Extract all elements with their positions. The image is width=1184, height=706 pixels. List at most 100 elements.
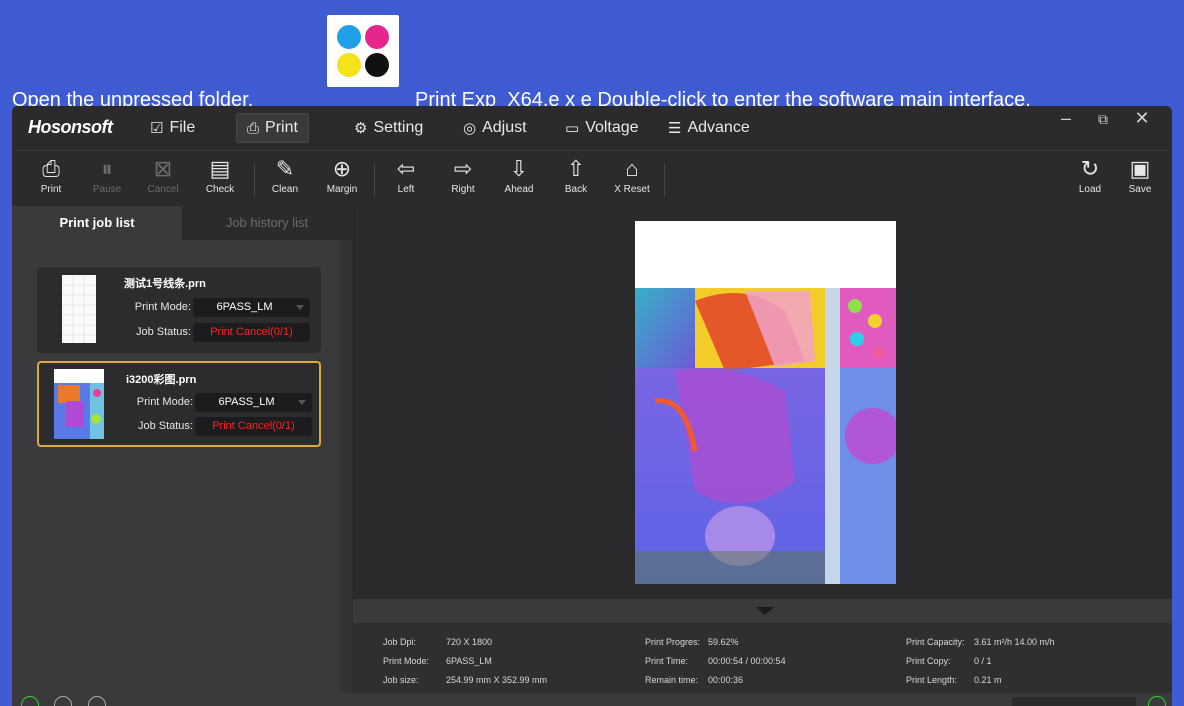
menu-advance-label: Advance [687, 119, 750, 136]
remain-time-label: Remain time: [645, 675, 699, 685]
job-list-panel: Print job list Job history list 测试1号线条.p… [12, 206, 352, 693]
menu-file[interactable]: ☑ File [140, 113, 205, 143]
refresh-icon: ↻ [1080, 156, 1100, 181]
clean-button[interactable]: ✎ Clean [263, 155, 307, 195]
print-mode-label: Print Mode: [136, 396, 193, 408]
job-info-panel: Job Dpi: 720 X 1800 Print Mode: 6PASS_LM J… [353, 623, 1172, 693]
clipboard-check-icon: ☑ [150, 120, 164, 137]
job-size-label: Job size: [383, 675, 419, 685]
menu-advance[interactable]: ☰ Advance [658, 113, 760, 143]
print-capacity-label: Print Capacity: [906, 637, 965, 647]
gear-icon: ⚙ [354, 120, 368, 137]
menu-voltage-label: Voltage [585, 119, 639, 136]
print-time-value: 00:00:54 / 00:00:54 [708, 656, 786, 666]
job-name: 测试1号线条.prn [124, 278, 206, 290]
menu-voltage[interactable]: ▭ Voltage [555, 113, 649, 143]
print-copy-value: 0 / 1 [974, 656, 992, 666]
print-mode-select[interactable]: 6PASS_LM [195, 393, 312, 412]
print-mode-label: Print Mode: [134, 301, 191, 313]
print-mode-value: 6PASS_LM [446, 656, 492, 666]
menu-adjust[interactable]: ◎ Adjust [453, 113, 537, 143]
document-check-icon: ▤ [209, 156, 231, 181]
job-item[interactable]: 测试1号线条.prn Print Mode: 6PASS_LM Job Stat… [37, 267, 321, 353]
status-icon[interactable] [88, 696, 106, 706]
menu-print-label: Print [265, 119, 298, 136]
status-field [1012, 697, 1136, 706]
print-length-value: 0.21 m [974, 675, 1002, 685]
preview-collapse-bar[interactable] [353, 599, 1172, 623]
job-dpi-label: Job Dpi: [383, 637, 417, 647]
tab-job-history-list[interactable]: Job history list [182, 206, 352, 240]
pause-button[interactable]: ⏸ Pause [85, 155, 129, 195]
print-progress-value: 59.62% [708, 637, 739, 647]
print-button[interactable]: ⎙ Print [29, 155, 73, 195]
preview-image [635, 288, 896, 584]
print-length-label: Print Length: [906, 675, 958, 685]
back-button[interactable]: ⇧ Back [554, 155, 598, 195]
tab-print-job-list[interactable]: Print job list [12, 206, 182, 240]
job-status-value: Print Cancel(0/1) [193, 323, 310, 342]
print-mode-select[interactable]: 6PASS_LM [193, 298, 310, 317]
right-button[interactable]: ⇨ Right [441, 155, 485, 195]
job-status-label: Job Status: [135, 326, 191, 338]
line-test-thumbnail [62, 275, 96, 343]
job-status-value: Print Cancel(0/1) [195, 417, 312, 436]
print-copy-label: Print Copy: [906, 656, 951, 666]
toolbar-separator [254, 163, 255, 197]
printer-icon: ⎙ [42, 156, 60, 181]
margin-button[interactable]: ⊕ Margin [320, 155, 364, 195]
target-icon: ◎ [463, 120, 477, 137]
job-thumbnail [62, 275, 96, 343]
left-button[interactable]: ⇦ Left [384, 155, 428, 195]
menu-setting[interactable]: ⚙ Setting [344, 113, 433, 143]
print-preview-area [353, 206, 1172, 599]
arrow-down-icon: ⇩ [509, 156, 529, 181]
print-time-label: Print Time: [645, 656, 689, 666]
crosshair-icon: ⊕ [332, 156, 352, 181]
menu-bar: Hosonsoft ☑ File ⎙ Print ⚙ Setting ◎ Adj… [12, 106, 1172, 150]
status-bar [12, 693, 1172, 706]
save-icon: ▣ [1129, 156, 1151, 181]
chevron-down-icon [298, 400, 306, 405]
print-capacity-value: 3.61 m²/h 14.00 m/h [974, 637, 1055, 647]
connection-status-icon[interactable] [21, 696, 39, 706]
check-button[interactable]: ▤ Check [198, 155, 242, 195]
brush-icon: ✎ [275, 156, 295, 181]
instruction-banner: Open the unpressed folder, Print Exp_X64… [0, 0, 1184, 112]
print-progress-label: Print Progres: [645, 637, 701, 647]
printexp-app-icon [327, 15, 399, 87]
home-icon: ⌂ [625, 156, 639, 181]
menu-print[interactable]: ⎙ Print [236, 113, 309, 143]
job-name: i3200彩图.prn [126, 374, 197, 386]
toolbar-separator [374, 163, 375, 197]
job-status-label: Job Status: [137, 420, 193, 432]
save-button[interactable]: ▣ Save [1118, 155, 1162, 195]
cancel-button[interactable]: ⊠ Cancel [141, 155, 185, 195]
brand-logo: Hosonsoft [28, 117, 113, 137]
color-image-thumbnail [54, 369, 104, 439]
remain-time-value: 00:00:36 [708, 675, 744, 685]
pause-icon: ⏸ [101, 156, 113, 181]
minimize-icon[interactable]: – [1054, 108, 1078, 129]
arrow-left-icon: ⇦ [396, 156, 416, 181]
printer-icon: ⎙ [247, 119, 260, 137]
battery-icon: ▭ [565, 120, 580, 137]
arrow-right-icon: ⇨ [453, 156, 473, 181]
caret-down-icon[interactable] [756, 607, 774, 615]
job-list-scrollbar[interactable] [340, 240, 352, 693]
job-item[interactable]: i3200彩图.prn Print Mode: 6PASS_LM Job Sta… [37, 361, 321, 447]
load-button[interactable]: ↻ Load [1068, 155, 1112, 195]
hosonsoft-window: Hosonsoft ☑ File ⎙ Print ⚙ Setting ◎ Adj… [12, 106, 1172, 706]
cancel-icon: ⊠ [153, 156, 173, 181]
x-reset-button[interactable]: ⌂ X Reset [610, 155, 654, 195]
ahead-button[interactable]: ⇩ Ahead [497, 155, 541, 195]
chevron-down-icon [296, 305, 304, 310]
toolbar: ⎙ Print ⏸ Pause ⊠ Cancel ▤ Check ✎ Clean ⊕ Mar… [12, 150, 1172, 206]
device-status-icon[interactable] [1148, 696, 1166, 706]
menu-adjust-label: Adjust [482, 119, 527, 136]
status-icon[interactable] [54, 696, 72, 706]
restore-icon[interactable]: ⧉ [1091, 111, 1115, 128]
arrow-up-icon: ⇧ [566, 156, 586, 181]
print-mode-label: Print Mode: [383, 656, 430, 666]
close-icon[interactable]: ✕ [1130, 108, 1154, 129]
